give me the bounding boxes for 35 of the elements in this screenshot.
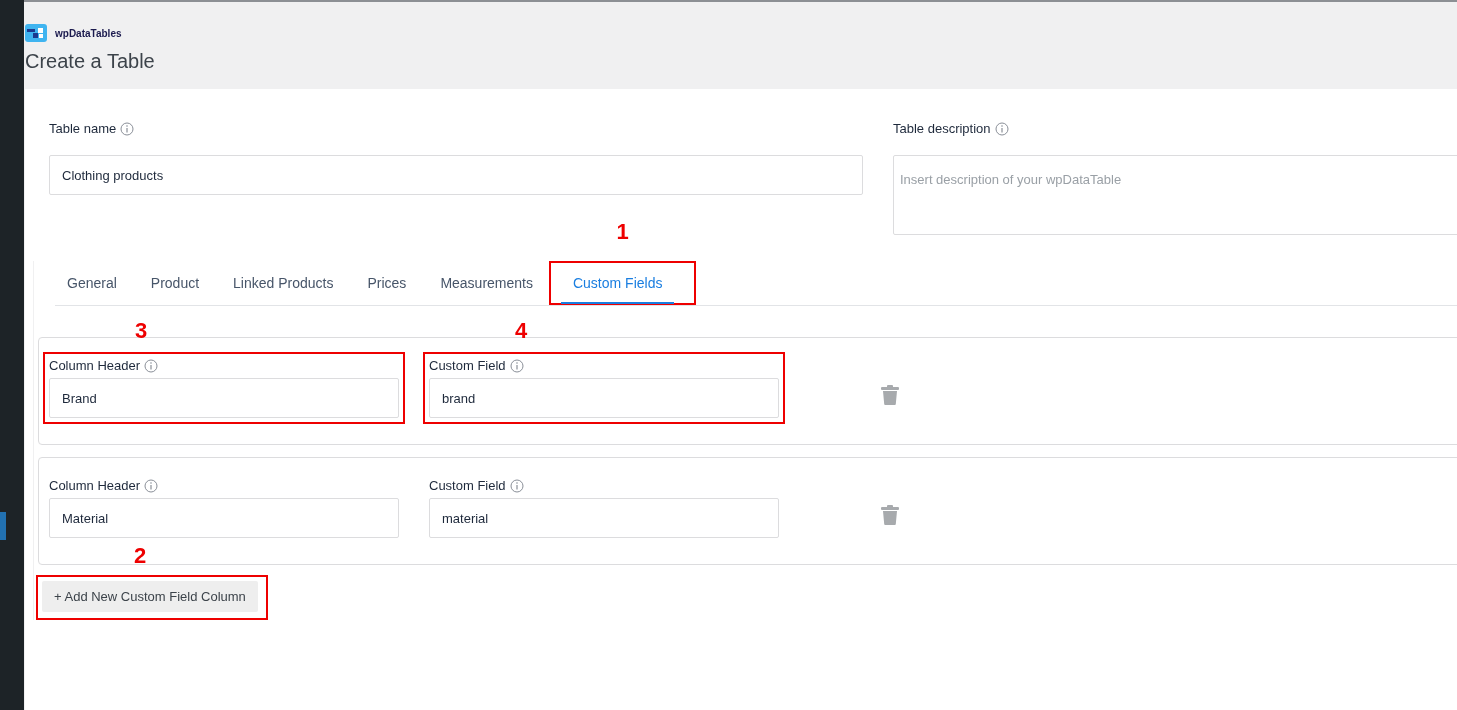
logo-icon [25,24,47,42]
tab[interactable]: Custom Fields [560,263,675,304]
tab[interactable]: Measurements [428,261,545,306]
trash-icon[interactable] [881,505,899,525]
annotation-number: 4 [515,318,528,344]
info-icon [509,478,524,493]
tab[interactable]: General [55,261,129,306]
field-label: Custom Field [429,478,506,493]
page-title: Create a Table [25,50,156,73]
annotation-number: 1 [616,219,629,245]
text-field[interactable]: Material [49,498,399,538]
info-icon [144,358,159,373]
tab[interactable]: Product [138,261,212,306]
annotation-number: 3 [135,318,148,344]
tab[interactable]: Prices [355,261,419,306]
annotation-number: 2 [134,543,147,569]
trash-icon[interactable] [881,385,899,405]
field-label: Table name [49,121,117,136]
field-label: Custom Field [429,358,506,373]
field-label: Column Header [49,358,141,373]
text-field[interactable]: brand [429,378,779,418]
tab[interactable]: Linked Products [221,261,346,306]
menu-pointer [0,512,6,540]
info-icon [994,121,1009,136]
add-custom-field-column-button[interactable]: + Add New Custom Field Column [42,581,258,612]
brand-name: wpDataTables [55,27,122,39]
info-icon [120,121,135,136]
info-icon [144,478,159,493]
info-icon [509,358,524,373]
table-description-field[interactable]: Insert description of your wpDataTable [893,155,1457,235]
text-field[interactable]: Brand [49,378,399,418]
table-name-field[interactable]: Clothing products [49,155,863,195]
field-label: Column Header [49,478,141,493]
field-label: Table description [893,121,991,136]
text-field[interactable]: material [429,498,779,538]
